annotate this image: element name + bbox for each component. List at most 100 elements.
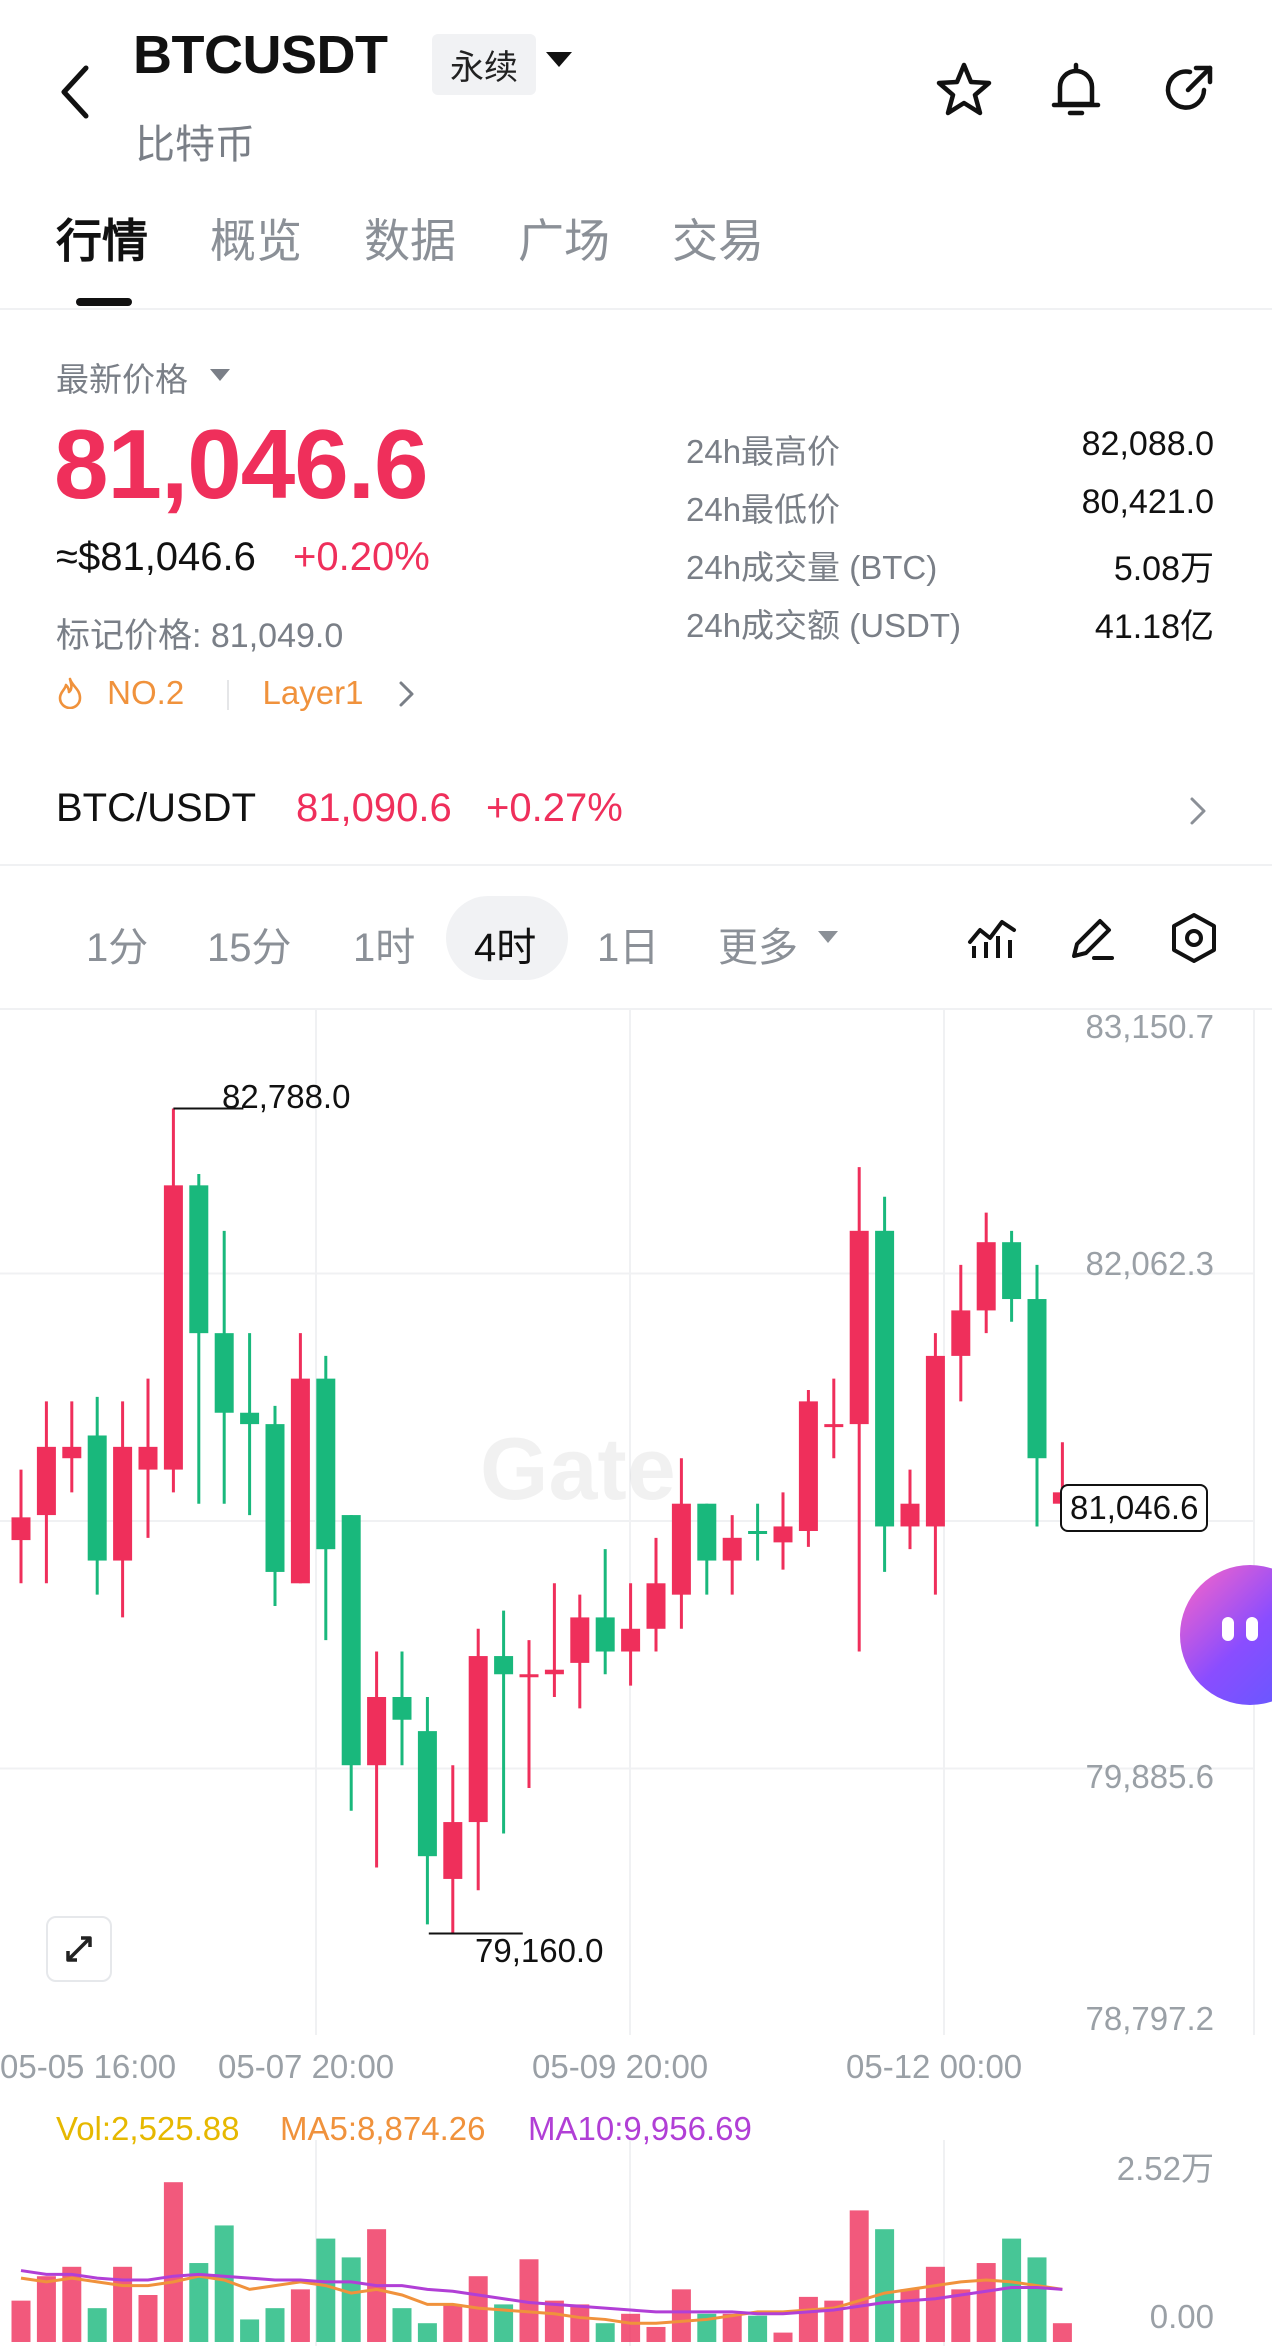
stat-turnover-value: 41.18亿 [1094,608,1214,646]
y-axis-label: 82,062.3 [1085,1245,1214,1282]
settings-hexagon-icon[interactable] [1166,910,1222,966]
candle [875,1230,895,1527]
expand-icon[interactable] [46,1916,112,1982]
tab-data[interactable]: 数据 [364,205,456,271]
last-price: 81,046.6 [54,409,428,519]
volume-bar [316,2238,336,2342]
tab-indicator [76,298,132,306]
timeframe-1d[interactable]: 1日 [597,915,659,973]
back-icon[interactable] [56,62,96,122]
divider [0,308,1272,310]
candle [316,1378,336,1550]
volume-bar [773,2332,793,2342]
spot-change[interactable]: +0.27% [486,786,623,831]
volume-bar [976,2263,996,2342]
tag-separator [227,680,230,710]
stat-low-value: 80,421.0 [1081,483,1214,521]
tab-square[interactable]: 广场 [518,205,610,271]
volume-bar [798,2296,818,2342]
timeframe-1m[interactable]: 1分 [86,915,148,973]
volume-bar [341,2257,361,2342]
volume-bar [36,2276,56,2342]
candle [951,1310,971,1356]
edit-pencil-icon[interactable] [1064,910,1120,966]
tab-trade[interactable]: 交易 [672,205,764,271]
latest-price-label[interactable]: 最新价格 [56,353,188,401]
candle [240,1412,260,1425]
divider [0,864,1272,866]
volume-bar [544,2300,564,2342]
stat-low-label: 24h最低价 [686,491,841,528]
volume-bar [417,2323,437,2342]
high-price-label: 82,788.0 [222,1078,351,1115]
volume-bar [240,2319,260,2342]
volume-bar [570,2304,590,2342]
y-axis-label: 83,150.7 [1085,1008,1214,1045]
timeframe-more[interactable]: 更多 [718,915,798,973]
volume-bar [392,2308,412,2342]
volume-bar [1052,2323,1072,2342]
stat-high-label: 24h最高价 [686,433,841,470]
caret-down-icon[interactable] [546,52,572,67]
mark-price: 标记价格: 81,049.0 [56,617,344,655]
candle [367,1696,387,1766]
tab-market[interactable]: 行情 [56,205,148,271]
y-axis-label: 79,885.6 [1085,1758,1214,1795]
current-price-tag: 81,046.6 [1060,1484,1209,1532]
timeframe-1h[interactable]: 1时 [353,915,415,973]
candle [36,1446,56,1516]
candle [392,1696,412,1720]
caret-down-icon[interactable] [818,931,838,943]
volume-bar [900,2289,920,2342]
candle [417,1731,437,1857]
tab-overview[interactable]: 概览 [210,205,302,271]
volume-bar [1002,2238,1022,2342]
chevron-right-icon [399,681,414,707]
candle [849,1230,869,1425]
timeframe-4h[interactable]: 4时 [474,915,536,973]
volume-bar [1027,2257,1047,2342]
share-icon[interactable] [1158,60,1218,120]
candle [824,1424,844,1428]
indicator-icon[interactable] [964,910,1020,966]
candle [11,1517,31,1541]
tag-row[interactable]: NO.2 Layer1 [56,674,419,712]
candle [595,1617,615,1652]
watermark: Gate [480,1419,676,1518]
x-axis-label: 05-05 16:00 [0,2048,177,2085]
usd-price: ≈$81,046.6 [56,535,256,579]
spot-price[interactable]: 81,090.6 [296,786,452,831]
volume-bar [87,2308,107,2342]
x-axis-label: 05-07 20:00 [218,2048,395,2085]
candle [519,1674,539,1678]
volume-bar [849,2210,869,2342]
stat-turnover-label: 24h成交额 (USDT) [686,607,962,644]
flame-icon [58,677,82,710]
x-axis-label: 05-12 00:00 [846,2048,1023,2085]
caret-down-icon[interactable] [210,369,230,381]
y-axis-label: 78,797.2 [1085,2000,1214,2037]
star-icon[interactable] [934,60,994,120]
timeframe-15m[interactable]: 15分 [207,915,292,973]
candle [265,1424,285,1572]
candle [544,1669,564,1675]
candle [900,1503,920,1527]
candle [722,1537,742,1561]
volume-bar [646,2326,666,2342]
volume-bar [443,2304,463,2342]
candle [62,1446,82,1459]
volume-bar [163,2182,183,2342]
candle [925,1355,945,1527]
candle [290,1378,310,1584]
candle [697,1503,717,1561]
spot-pair[interactable]: BTC/USDT [56,786,256,831]
volume-bar [265,2308,285,2342]
volume-bar [621,2313,641,2342]
volume-bar [875,2229,895,2342]
chevron-right-icon[interactable] [1186,795,1210,827]
volume-bar [595,2323,615,2342]
contract-type-badge[interactable]: 永续 [432,34,536,95]
candle [189,1185,209,1334]
candle [798,1401,818,1531]
bell-icon[interactable] [1046,60,1106,120]
